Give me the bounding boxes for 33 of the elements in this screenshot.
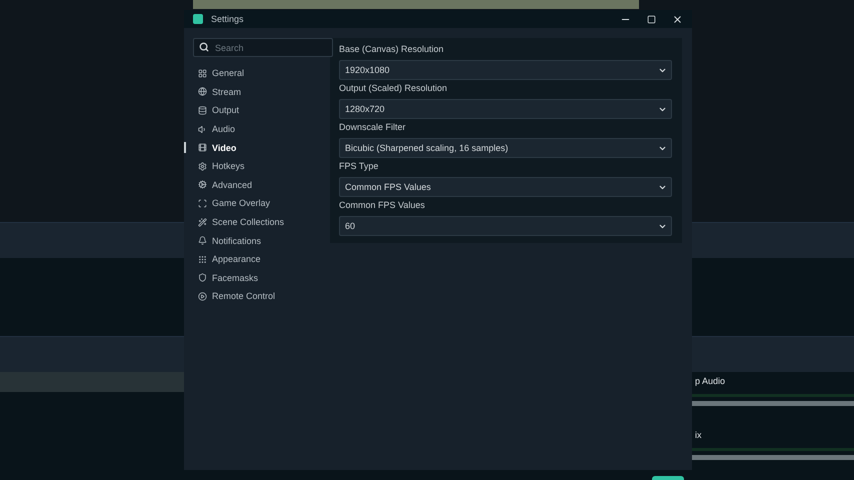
dots-icon [198,254,207,264]
app-logo-icon [193,14,203,24]
search-icon [199,42,209,52]
volume-slider[interactable] [692,455,854,460]
grid-icon [198,68,207,78]
dropdown[interactable]: Bicubic (Sharpened scaling, 16 samples) [339,138,672,158]
field-label: Output (Scaled) Resolution [339,82,448,95]
dropdown[interactable]: 1920x1080 [339,60,672,80]
close-icon [672,14,682,24]
bell-icon [198,236,207,246]
volume-slider[interactable] [692,401,854,406]
wand-icon [198,218,207,227]
globe-icon [198,87,207,96]
search-field[interactable]: Search [193,38,333,57]
field-label: Base (Canvas) Resolution [339,43,445,56]
gear-icon [198,162,207,171]
corners-icon [198,198,207,208]
shield-icon [198,273,207,282]
dropdown[interactable]: Common FPS Values [339,177,672,197]
mixer-source-name: p Audio [694,376,726,388]
cog-icon [198,180,207,190]
maximize-icon [646,14,656,24]
speaker-icon [198,124,207,134]
mixer-source-name: ix [694,430,702,442]
window-title: Settings [211,14,245,24]
field-label: FPS Type [339,160,380,173]
dropdown[interactable]: 60 [339,216,672,236]
field-label: Common FPS Values [339,199,426,212]
database-icon [198,106,207,115]
film-icon [198,143,207,152]
field-label: Downscale Filter [339,121,407,134]
play-icon [198,292,207,301]
dropdown[interactable]: 1280x720 [339,99,672,119]
